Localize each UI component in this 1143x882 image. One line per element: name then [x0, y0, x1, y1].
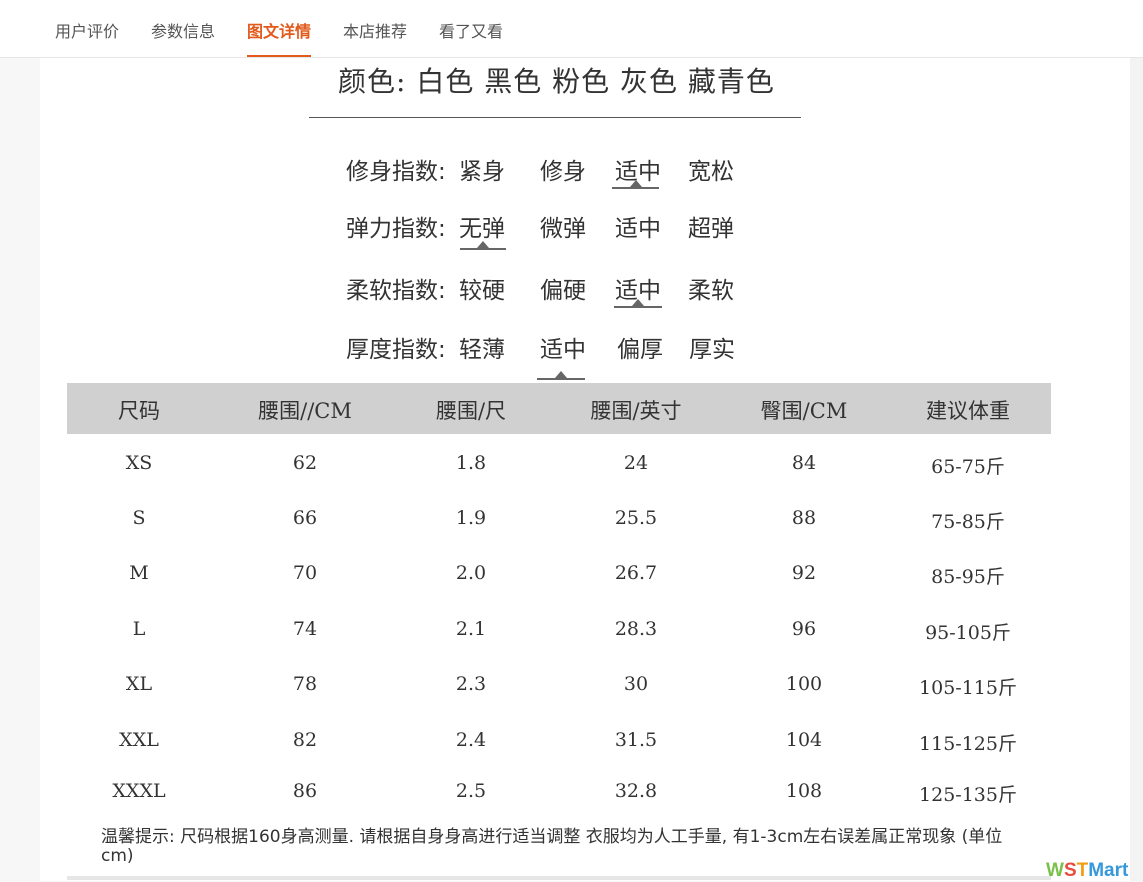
thickness-index-label: 厚度指数:	[346, 337, 446, 363]
table-cell: 28.3	[614, 618, 658, 640]
table-cell: S	[132, 507, 146, 529]
table-cell: 82	[292, 729, 318, 751]
size-table-header	[67, 383, 1051, 434]
table-cell: 1.9	[455, 507, 487, 529]
column-header-waist-chi: 腰围/尺	[435, 399, 507, 423]
table-cell: 30	[623, 673, 649, 695]
table-cell: XXXL	[112, 780, 166, 802]
detail-tab-bar: 用户评价 参数信息 图文详情 本店推荐 看了又看	[0, 0, 1143, 58]
color-options-text: 颜色: 白色 黑色 粉色 灰色 藏青色	[338, 65, 775, 98]
active-tab-indicator	[247, 55, 311, 57]
thickness-option: 厚实	[689, 337, 735, 363]
tab-user-reviews[interactable]: 用户评价	[55, 18, 119, 42]
table-cell: 31.5	[614, 729, 658, 751]
elasticity-option: 超弹	[688, 216, 734, 242]
table-cell: XL	[125, 673, 153, 695]
table-cell: XXL	[119, 729, 159, 751]
divider-line	[309, 117, 801, 118]
table-cell: 74	[292, 618, 318, 640]
table-cell: 2.4	[455, 729, 487, 751]
table-cell: M	[129, 562, 149, 584]
thickness-selected-marker	[537, 371, 585, 380]
table-cell: 32.8	[614, 780, 658, 802]
softness-selected-marker	[614, 299, 662, 308]
table-cell: 62	[292, 452, 318, 474]
tab-parameters[interactable]: 参数信息	[151, 18, 215, 42]
table-cell: 2.1	[455, 618, 487, 640]
column-header-waist-cm: 腰围//CM	[258, 399, 352, 423]
elasticity-index-label: 弹力指数:	[346, 216, 446, 242]
elasticity-option: 微弹	[540, 216, 586, 242]
column-header-size: 尺码	[118, 399, 160, 423]
table-cell: 84	[791, 452, 817, 474]
table-cell: L	[132, 618, 146, 640]
fit-option: 紧身	[459, 159, 505, 185]
table-cell: 88	[791, 507, 817, 529]
softness-option: 柔软	[688, 278, 734, 304]
table-cell: 108	[785, 780, 823, 802]
table-cell: 105-115斤	[919, 677, 1017, 699]
table-cell: 65-75斤	[931, 456, 1005, 478]
tab-image-details[interactable]: 图文详情	[247, 18, 311, 42]
table-cell: 85-95斤	[931, 566, 1005, 588]
fit-option: 宽松	[688, 159, 734, 185]
table-cell: 75-85斤	[931, 511, 1005, 533]
page-scroll-gutter	[1130, 58, 1143, 881]
table-cell: 100	[785, 673, 823, 695]
bottom-divider	[67, 876, 1051, 880]
table-cell: 70	[292, 562, 318, 584]
table-cell: 25.5	[614, 507, 658, 529]
elasticity-option: 适中	[615, 216, 661, 242]
table-cell: 78	[292, 673, 318, 695]
thickness-option-selected: 适中	[540, 337, 586, 363]
table-cell: 86	[292, 780, 318, 802]
column-header-hip-cm: 臀围/CM	[760, 399, 848, 423]
fit-index-label: 修身指数:	[346, 159, 446, 185]
table-cell: 104	[785, 729, 823, 751]
table-cell: 115-125斤	[919, 733, 1017, 755]
table-cell: 2.3	[455, 673, 487, 695]
tab-also-viewed[interactable]: 看了又看	[439, 18, 503, 42]
softness-option: 偏硬	[540, 278, 586, 304]
softness-index-label: 柔软指数:	[346, 278, 446, 304]
table-cell: XS	[125, 452, 153, 474]
table-cell: 66	[292, 507, 318, 529]
thickness-option: 偏厚	[617, 337, 663, 363]
table-cell: 1.8	[455, 452, 487, 474]
elasticity-option-selected: 无弹	[459, 216, 505, 242]
table-cell: 2.5	[455, 780, 487, 802]
tab-store-recommend[interactable]: 本店推荐	[343, 18, 407, 42]
elasticity-selected-marker	[460, 241, 506, 250]
table-cell: 96	[791, 618, 817, 640]
table-cell: 125-135斤	[919, 784, 1017, 806]
table-cell: 95-105斤	[925, 622, 1011, 644]
column-header-waist-inch: 腰围/英寸	[590, 399, 682, 423]
wstmart-watermark-logo: WSTMart	[1046, 860, 1129, 881]
thickness-option: 轻薄	[459, 337, 505, 363]
table-cell: 24	[623, 452, 649, 474]
table-cell: 2.0	[455, 562, 487, 584]
table-cell: 26.7	[614, 562, 658, 584]
softness-option: 较硬	[459, 278, 505, 304]
sizing-tip: 温馨提示: 尺码根据160身高测量. 请根据自身身高进行适当调整 衣服均为人工手…	[101, 827, 1003, 866]
fit-option: 修身	[540, 159, 586, 185]
table-cell: 92	[791, 562, 817, 584]
fit-selected-marker	[612, 180, 659, 189]
column-header-weight: 建议体重	[926, 399, 1010, 423]
